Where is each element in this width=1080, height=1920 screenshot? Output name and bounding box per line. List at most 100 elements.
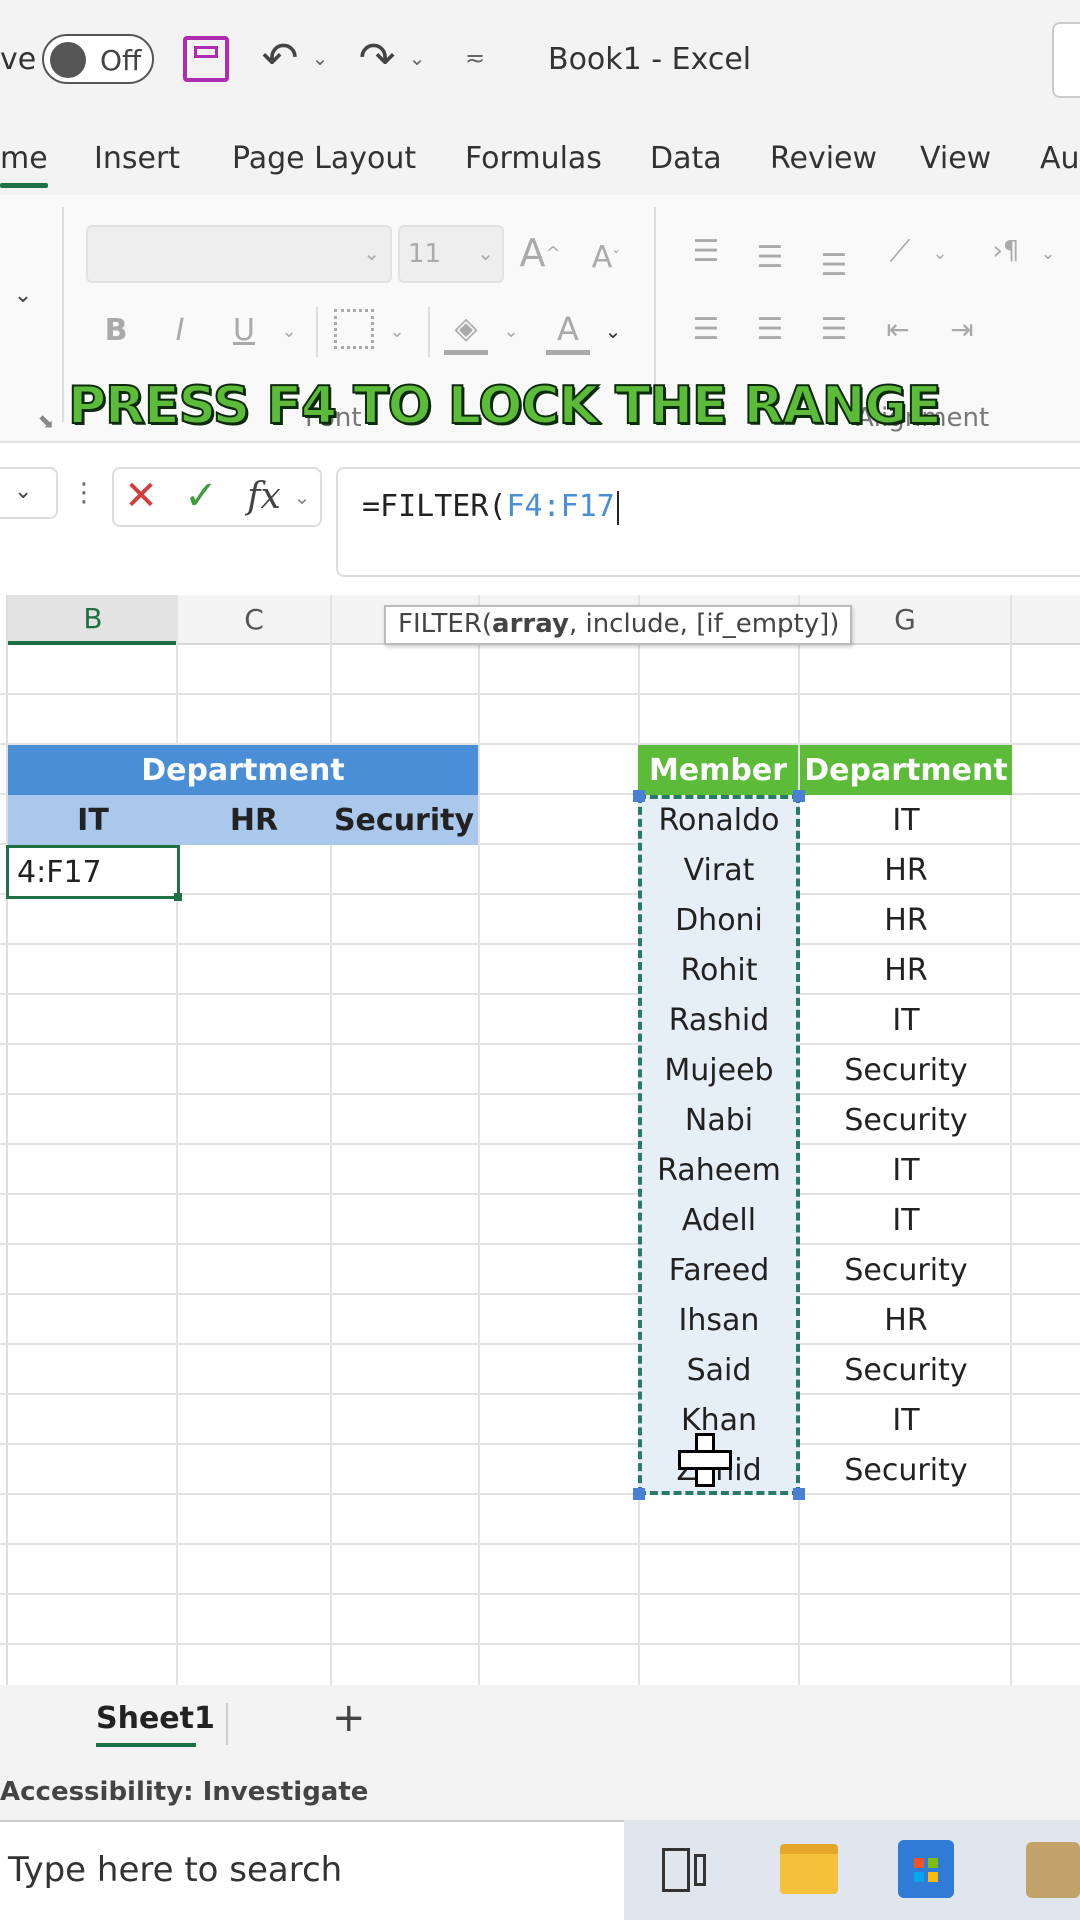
taskbar-search-box[interactable]: Type here to search bbox=[0, 1820, 624, 1920]
member-header[interactable]: Member bbox=[638, 745, 798, 795]
row-gridline bbox=[0, 693, 1080, 695]
tab-page-layout[interactable]: Page Layout bbox=[232, 141, 416, 176]
font-name-select[interactable]: ⌄ bbox=[86, 225, 392, 283]
undo-icon[interactable]: ↶ bbox=[255, 30, 305, 86]
tab-view[interactable]: View bbox=[920, 141, 991, 176]
insert-function-dropdown-icon[interactable]: ⌄ bbox=[290, 479, 314, 515]
dialog-launcher-icon[interactable]: ⬊ bbox=[34, 409, 58, 433]
function-tooltip: FILTER(array, include, [if_empty]) bbox=[384, 605, 852, 645]
app-icon[interactable] bbox=[1026, 1842, 1080, 1898]
underline-dropdown-icon[interactable]: ⌄ bbox=[276, 313, 302, 349]
tab-home[interactable]: me bbox=[0, 141, 48, 176]
microsoft-store-icon[interactable] bbox=[898, 1840, 954, 1898]
orientation-dropdown-icon[interactable]: ⌄ bbox=[928, 235, 952, 271]
increase-font-icon[interactable]: A ^ bbox=[516, 227, 564, 279]
worksheet-grid[interactable]: B C G Department IT HR Security 4:F17 Me… bbox=[0, 595, 1080, 1685]
department-cell[interactable]: IT bbox=[800, 1395, 1012, 1445]
dept-subheader-hr[interactable]: HR bbox=[178, 795, 330, 845]
col-header-b[interactable]: B bbox=[8, 595, 178, 645]
text-direction-dropdown-icon[interactable]: ⌄ bbox=[1036, 235, 1060, 271]
text-cursor bbox=[616, 490, 619, 525]
ribbon-tabs: me Insert Page Layout Formulas Data Revi… bbox=[0, 125, 1080, 195]
align-middle-icon[interactable]: ☰ bbox=[750, 237, 790, 277]
formula-range: F4:F17 bbox=[506, 489, 615, 524]
task-view-icon[interactable] bbox=[662, 1848, 706, 1892]
insert-function-icon[interactable]: fx bbox=[242, 471, 286, 521]
sheet-tab-sheet1[interactable]: Sheet1 bbox=[96, 1701, 215, 1736]
name-box[interactable]: ⌄ bbox=[0, 467, 58, 519]
autosave-toggle[interactable]: Off bbox=[42, 34, 154, 84]
department-cell[interactable]: Security bbox=[800, 1345, 1012, 1395]
autosave-label: ve bbox=[0, 42, 37, 77]
align-bottom-icon[interactable]: ☰ bbox=[814, 245, 854, 285]
search-box-edge[interactable] bbox=[1052, 22, 1080, 98]
tab-review[interactable]: Review bbox=[770, 141, 877, 176]
tab-data[interactable]: Data bbox=[650, 141, 722, 176]
italic-icon[interactable]: I bbox=[160, 307, 200, 353]
department-cell[interactable]: IT bbox=[800, 795, 1012, 845]
borders-dropdown-icon[interactable]: ⌄ bbox=[384, 313, 410, 349]
borders-icon[interactable] bbox=[334, 309, 374, 349]
underline-icon[interactable]: U bbox=[224, 307, 264, 353]
dept-subheader-it[interactable]: IT bbox=[8, 795, 178, 845]
range-handle-bl[interactable] bbox=[633, 1488, 645, 1500]
undo-dropdown-icon[interactable]: ⌄ bbox=[308, 40, 332, 76]
align-right-icon[interactable]: ☰ bbox=[814, 309, 854, 349]
redo-icon[interactable]: ↷ bbox=[352, 30, 402, 86]
department-cell[interactable]: IT bbox=[800, 1195, 1012, 1245]
align-center-icon[interactable]: ☰ bbox=[750, 309, 790, 349]
range-handle-tl[interactable] bbox=[633, 790, 645, 802]
col-header-c[interactable]: C bbox=[178, 595, 330, 645]
department-cell[interactable]: HR bbox=[800, 845, 1012, 895]
clipboard-chevron-icon[interactable]: ⌄ bbox=[8, 280, 38, 310]
active-cell-b[interactable]: 4:F17 bbox=[6, 845, 182, 901]
font-color-dropdown-icon[interactable]: ⌄ bbox=[600, 313, 626, 349]
fill-handle[interactable] bbox=[174, 893, 182, 901]
col-header-h[interactable] bbox=[1012, 595, 1080, 645]
decrease-font-icon[interactable]: Aˇ bbox=[582, 233, 630, 281]
bold-icon[interactable]: B bbox=[96, 307, 136, 353]
department-cell[interactable]: HR bbox=[800, 895, 1012, 945]
save-icon[interactable] bbox=[183, 36, 229, 82]
sheet-tab-underline bbox=[96, 1743, 196, 1747]
accessibility-status[interactable]: Accessibility: Investigate bbox=[0, 1777, 368, 1807]
range-handle-br[interactable] bbox=[793, 1488, 805, 1500]
formula-input[interactable]: =FILTER(F4:F17 bbox=[336, 467, 1080, 577]
tab-formulas[interactable]: Formulas bbox=[465, 141, 602, 176]
department-cell[interactable]: HR bbox=[800, 1295, 1012, 1345]
dept-subheader-security[interactable]: Security bbox=[330, 795, 478, 845]
range-handle-tr[interactable] bbox=[793, 790, 805, 802]
fill-color-icon[interactable]: ◈ bbox=[444, 307, 488, 355]
department-cell[interactable]: IT bbox=[800, 995, 1012, 1045]
window-title: Book1 - Excel bbox=[548, 42, 752, 77]
department-cell[interactable]: Security bbox=[800, 1445, 1012, 1495]
font-size-select[interactable]: 11 ⌄ bbox=[398, 225, 504, 283]
orientation-icon[interactable]: ⟋ bbox=[878, 231, 922, 271]
more-options-icon[interactable]: ⋮ bbox=[71, 471, 97, 515]
text-direction-icon[interactable]: ›¶ bbox=[984, 231, 1028, 271]
department-cell[interactable]: Security bbox=[800, 1245, 1012, 1295]
file-explorer-icon[interactable] bbox=[780, 1844, 838, 1894]
tab-automate[interactable]: Au bbox=[1040, 141, 1080, 176]
department-cell[interactable]: Security bbox=[800, 1045, 1012, 1095]
decrease-indent-icon[interactable]: ⇤ bbox=[878, 309, 918, 349]
department-cell[interactable]: Security bbox=[800, 1095, 1012, 1145]
active-tab-underline bbox=[0, 183, 48, 188]
add-sheet-button[interactable]: + bbox=[332, 1695, 366, 1741]
cancel-icon[interactable]: ✕ bbox=[118, 471, 164, 521]
fill-color-dropdown-icon[interactable]: ⌄ bbox=[498, 313, 524, 349]
enter-icon[interactable]: ✓ bbox=[178, 471, 224, 521]
toggle-label: Off bbox=[100, 44, 142, 77]
department-cell[interactable]: IT bbox=[800, 1145, 1012, 1195]
row-gridline bbox=[0, 1593, 1080, 1595]
font-color-icon[interactable]: A bbox=[546, 307, 590, 355]
customize-qat-icon[interactable]: ≂ bbox=[460, 40, 490, 76]
redo-dropdown-icon[interactable]: ⌄ bbox=[405, 40, 429, 76]
department-header[interactable]: Department bbox=[800, 745, 1012, 795]
department-cell[interactable]: HR bbox=[800, 945, 1012, 995]
align-top-icon[interactable]: ☰ bbox=[686, 231, 726, 271]
increase-indent-icon[interactable]: ⇥ bbox=[942, 309, 982, 349]
tab-insert[interactable]: Insert bbox=[94, 141, 180, 176]
dept-group-header[interactable]: Department bbox=[8, 745, 478, 795]
align-left-icon[interactable]: ☰ bbox=[686, 309, 726, 349]
